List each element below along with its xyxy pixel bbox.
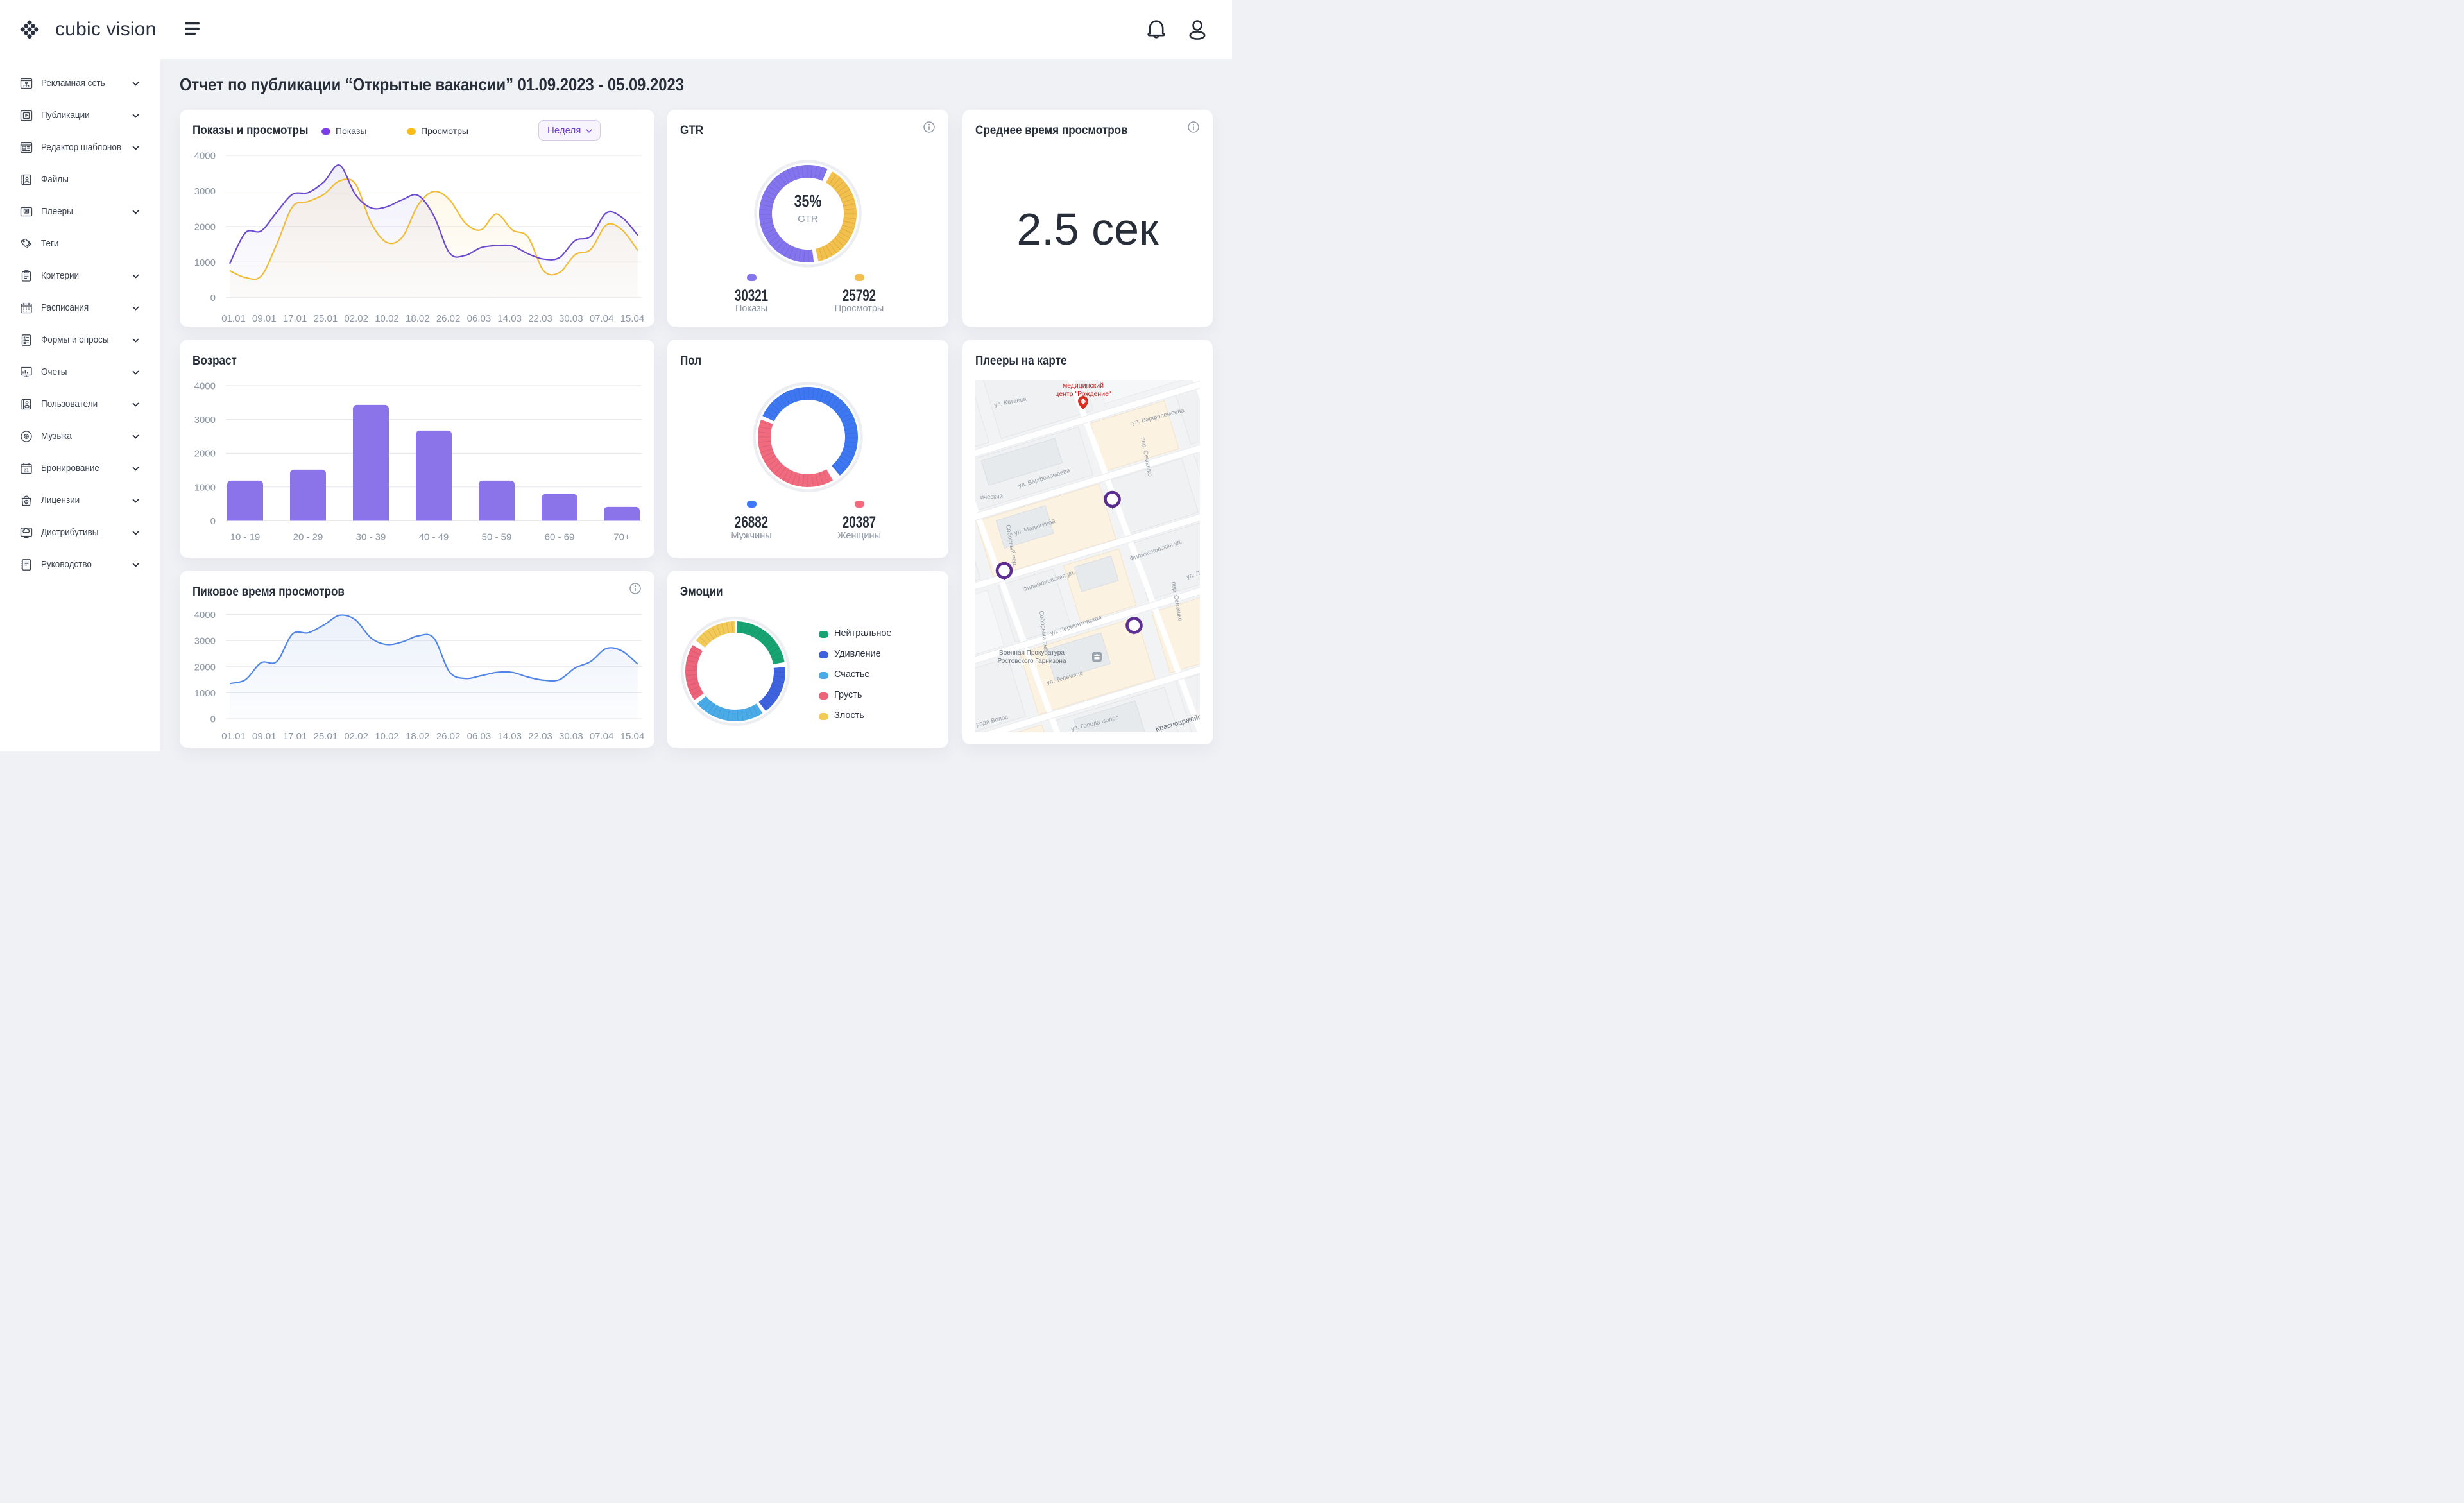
svg-text:02.02: 02.02 <box>344 313 368 324</box>
svg-text:медицинский: медицинский <box>1063 382 1104 390</box>
svg-text:$: $ <box>25 501 27 504</box>
svg-text:01.01: 01.01 <box>221 313 246 324</box>
svg-text:17.01: 17.01 <box>283 731 307 742</box>
svg-text:26.02: 26.02 <box>436 731 461 742</box>
svg-text:25.01: 25.01 <box>314 731 338 742</box>
svg-text:30 - 39: 30 - 39 <box>356 531 386 542</box>
svg-text:30.03: 30.03 <box>559 313 583 324</box>
svg-text:15.04: 15.04 <box>620 313 645 324</box>
svg-text:10.02: 10.02 <box>375 313 399 324</box>
svg-text:10 - 19: 10 - 19 <box>230 531 261 542</box>
svg-text:3000: 3000 <box>194 415 216 425</box>
svg-text:09.01: 09.01 <box>252 313 277 324</box>
svg-text:07.04: 07.04 <box>590 731 614 742</box>
svg-text:1000: 1000 <box>194 257 216 268</box>
svg-text:50 - 59: 50 - 59 <box>482 531 512 542</box>
svg-text:30.03: 30.03 <box>559 731 583 742</box>
svg-text:18.02: 18.02 <box>406 313 430 324</box>
svg-text:14.03: 14.03 <box>497 731 522 742</box>
svg-text:Военная Прокуратура: Военная Прокуратура <box>999 649 1065 657</box>
svg-text:70+: 70+ <box>613 531 630 542</box>
svg-text:01.01: 01.01 <box>221 731 246 742</box>
svg-text:40 - 49: 40 - 49 <box>419 531 449 542</box>
svg-text:06.03: 06.03 <box>467 731 492 742</box>
svg-text:17.01: 17.01 <box>283 313 307 324</box>
svg-text:07.04: 07.04 <box>590 313 614 324</box>
svg-text:09.01: 09.01 <box>252 731 277 742</box>
svg-text:1000: 1000 <box>194 482 216 493</box>
svg-text:0: 0 <box>210 516 216 527</box>
svg-text:2000: 2000 <box>194 221 216 232</box>
svg-text:15.04: 15.04 <box>620 731 645 742</box>
svg-text:1000: 1000 <box>194 688 216 699</box>
svg-text:GTR: GTR <box>798 214 818 225</box>
svg-text:ический: ический <box>980 493 1004 501</box>
svg-text:2000: 2000 <box>194 449 216 459</box>
svg-text:0: 0 <box>210 714 216 725</box>
svg-text:4000: 4000 <box>194 610 216 621</box>
svg-text:3000: 3000 <box>194 636 216 647</box>
svg-text:Ростовского Гарнизона: Ростовского Гарнизона <box>997 658 1066 665</box>
svg-text:60 - 69: 60 - 69 <box>545 531 575 542</box>
svg-text:02.02: 02.02 <box>344 731 368 742</box>
svg-text:2000: 2000 <box>194 662 216 673</box>
svg-text:06.03: 06.03 <box>467 313 492 324</box>
svg-text:31: 31 <box>24 468 29 473</box>
svg-text:35%: 35% <box>794 192 822 211</box>
svg-text:4000: 4000 <box>194 151 216 162</box>
svg-text:0: 0 <box>210 293 216 304</box>
svg-text:H: H <box>1081 399 1084 405</box>
svg-text:4000: 4000 <box>194 381 216 392</box>
svg-text:18.02: 18.02 <box>406 731 430 742</box>
svg-text:20 - 29: 20 - 29 <box>293 531 323 542</box>
svg-text:22.03: 22.03 <box>528 313 552 324</box>
svg-text:3000: 3000 <box>194 186 216 197</box>
svg-text:22.03: 22.03 <box>528 731 552 742</box>
svg-text:10.02: 10.02 <box>375 731 399 742</box>
svg-text:25.01: 25.01 <box>314 313 338 324</box>
svg-text:26.02: 26.02 <box>436 313 461 324</box>
svg-text:14.03: 14.03 <box>497 313 522 324</box>
